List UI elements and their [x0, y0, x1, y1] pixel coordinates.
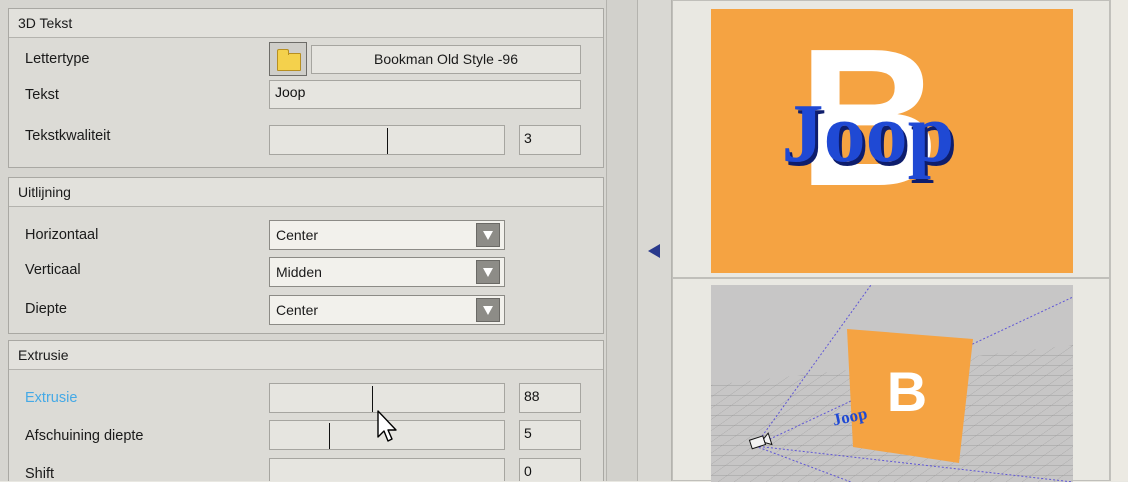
- row-tekstkwaliteit: Tekstkwaliteit 3: [9, 119, 603, 155]
- shift-value-field[interactable]: 0: [519, 458, 581, 481]
- viewport-edge: [1110, 0, 1128, 481]
- label-lettertype: Lettertype: [25, 51, 90, 67]
- folder-icon: [277, 49, 301, 71]
- extrusion-value-field[interactable]: 88: [519, 383, 581, 413]
- chevron-down-icon[interactable]: [476, 298, 500, 322]
- vertical-select[interactable]: Midden: [269, 257, 505, 287]
- mouse-pointer-icon: [377, 410, 397, 442]
- vertical-select-value: Midden: [276, 264, 322, 280]
- bevel-slider-thumb[interactable]: [329, 423, 330, 449]
- shift-slider[interactable]: [269, 458, 505, 481]
- extrusion-slider-thumb[interactable]: [372, 386, 373, 412]
- quality-slider[interactable]: [269, 125, 505, 155]
- row-extrusie: Extrusie 88: [9, 381, 603, 415]
- row-afschuining: Afschuining diepte 5: [9, 418, 603, 452]
- quality-value-field[interactable]: 3: [519, 125, 581, 155]
- label-diepte: Diepte: [25, 301, 67, 317]
- section-uitlijning: Uitlijning Horizontaal Center Verticaal …: [8, 177, 604, 334]
- label-afschuining-diepte: Afschuining diepte: [25, 428, 144, 444]
- chevron-down-icon[interactable]: [476, 223, 500, 247]
- extrusion-slider[interactable]: [269, 383, 505, 413]
- panel-divider[interactable]: [606, 0, 638, 481]
- quality-slider-thumb[interactable]: [387, 128, 388, 154]
- section-title-3d-tekst[interactable]: 3D Tekst: [9, 9, 603, 38]
- horizontal-select-value: Center: [276, 227, 319, 243]
- label-shift: Shift: [25, 466, 55, 481]
- font-browse-button[interactable]: [269, 42, 307, 76]
- properties-panel: 3D Tekst Lettertype Bookman Old Style -9…: [0, 0, 606, 481]
- perspective-viewport[interactable]: B Joop: [711, 285, 1073, 482]
- viewport-splitter[interactable]: [638, 0, 672, 481]
- horizontal-select[interactable]: Center: [269, 220, 505, 250]
- triangle-left-icon[interactable]: [648, 244, 660, 258]
- row-lettertype: Lettertype Bookman Old Style -96: [9, 42, 603, 76]
- preview-text: Joop: [782, 87, 955, 180]
- section-3d-tekst: 3D Tekst Lettertype Bookman Old Style -9…: [8, 8, 604, 168]
- depth-select[interactable]: Center: [269, 295, 505, 325]
- perspective-viewport-frame: B Joop: [672, 278, 1110, 482]
- label-verticaal: Verticaal: [25, 262, 81, 278]
- row-tekst: Tekst Joop: [9, 76, 603, 110]
- depth-select-value: Center: [276, 302, 319, 318]
- label-tekst: Tekst: [25, 87, 59, 103]
- font-name-field[interactable]: Bookman Old Style -96: [311, 45, 581, 74]
- label-horizontaal: Horizontaal: [25, 227, 99, 243]
- bevel-value-field[interactable]: 5: [519, 420, 581, 450]
- section-title-extrusie[interactable]: Extrusie: [9, 341, 603, 370]
- row-verticaal: Verticaal Midden: [9, 254, 603, 288]
- row-diepte: Diepte Center: [9, 291, 603, 325]
- plane-letter-b: B: [887, 360, 927, 423]
- text-input[interactable]: Joop: [269, 80, 581, 109]
- viewports: B Joop Joop B Joop: [672, 0, 1128, 482]
- front-viewport-frame: B Joop Joop: [672, 0, 1110, 278]
- label-extrusie: Extrusie: [25, 390, 78, 406]
- front-viewport[interactable]: B Joop Joop: [711, 9, 1073, 273]
- label-tekstkwaliteit: Tekstkwaliteit: [25, 128, 111, 144]
- chevron-down-icon[interactable]: [476, 260, 500, 284]
- section-title-uitlijning[interactable]: Uitlijning: [9, 178, 603, 207]
- section-extrusie: Extrusie Extrusie 88 Afschuining diepte …: [8, 340, 604, 481]
- row-horizontaal: Horizontaal Center: [9, 215, 603, 250]
- row-shift: Shift 0: [9, 454, 603, 481]
